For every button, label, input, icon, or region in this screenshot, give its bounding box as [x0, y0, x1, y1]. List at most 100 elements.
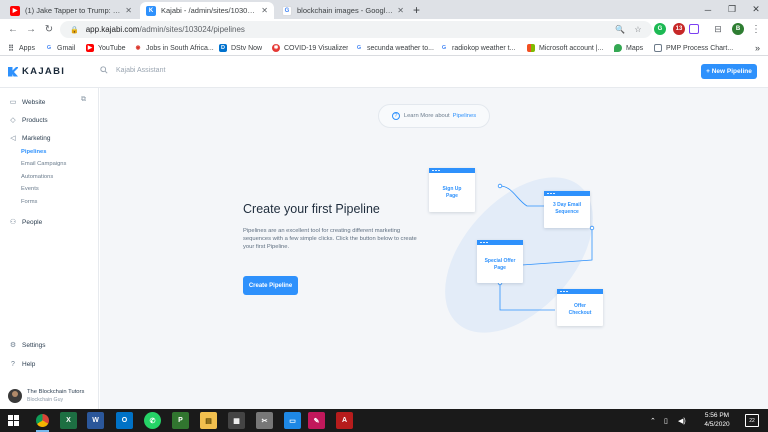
sidebar-item-email-campaigns[interactable]: Email Campaigns [21, 161, 66, 167]
paint-icon[interactable]: ✎ [308, 412, 325, 429]
minimize-icon[interactable]: ─ [696, 0, 720, 19]
windows-taskbar: X W O ✆ P ▤ ▦ ✂ ▭ ✎ A ⌃ ▯ ◀) 5:56 PM 4/5… [0, 409, 768, 432]
bookmark-jobs[interactable]: ◉ Jobs in South Africa... [134, 42, 214, 54]
clock-date: 4/5/2020 [704, 421, 730, 428]
system-clock[interactable]: 5:56 PM 4/5/2020 [698, 411, 736, 429]
reload-icon[interactable]: ↻ [42, 22, 56, 36]
diagram-card-special-offer: Special Offer Page [477, 240, 523, 283]
learn-more-pipelines-link[interactable]: Pipelines [453, 113, 477, 119]
sidebar-item-events[interactable]: Events [21, 186, 39, 192]
maximize-icon[interactable]: ❐ [720, 0, 744, 19]
sidebar-item-label: Help [22, 360, 36, 368]
bookmark-dstv[interactable]: D DStv Now [219, 42, 262, 54]
tray-expand-icon[interactable]: ⌃ [650, 409, 656, 432]
more-bookmarks-icon[interactable]: » [755, 42, 760, 54]
close-icon[interactable]: ✕ [125, 6, 132, 15]
cast-icon[interactable]: ⊟ [712, 23, 724, 35]
bookmark-youtube[interactable]: ▶ YouTube [86, 42, 126, 54]
logo-text: KAJABI [22, 66, 66, 77]
sidebar-item-help[interactable]: ? Help [9, 360, 35, 368]
calculator-icon[interactable]: ▦ [228, 412, 245, 429]
sidebar: ▭ Website ⧉ ◇ Products ◁ Marketing Pipeline… [0, 88, 99, 409]
extension-badge-count: 13 [675, 26, 683, 32]
back-icon[interactable]: ← [6, 22, 20, 36]
diagram-card-offer-checkout: Offer Checkout [557, 289, 603, 326]
external-link-icon[interactable]: ⧉ [81, 96, 86, 104]
outlook-icon[interactable]: O [116, 412, 133, 429]
sidebar-item-marketing[interactable]: ◁ Marketing [9, 134, 50, 143]
extension-icon[interactable] [689, 24, 699, 34]
app-header: KAJABI Kajabi Assistant + New Pipeline [0, 56, 768, 88]
star-icon[interactable]: ☆ [632, 23, 644, 35]
sidebar-item-settings[interactable]: ⚙ Settings [9, 341, 46, 350]
bookmark-label: PMP Process Chart... [666, 44, 734, 52]
snipping-tool-icon[interactable]: ✂ [256, 412, 273, 429]
sidebar-item-people[interactable]: ⚇ People [9, 218, 42, 227]
tab-title: Kajabi - /admin/sites/103024/pip [161, 6, 258, 15]
forward-icon[interactable]: → [24, 22, 38, 36]
search-placeholder: Kajabi Assistant [116, 66, 166, 74]
assistant-search[interactable]: Kajabi Assistant [100, 66, 165, 74]
window-close-icon[interactable]: ✕ [744, 0, 768, 19]
profile-avatar[interactable]: B [732, 23, 744, 35]
diagram-card-label: Offer Checkout [568, 303, 592, 316]
file-explorer-icon[interactable]: ▤ [200, 412, 217, 429]
excel-icon[interactable]: X [60, 412, 77, 429]
remote-desktop-icon[interactable]: ▭ [284, 412, 301, 429]
bookmark-label: secunda weather to... [367, 44, 434, 52]
dstv-icon: D [219, 44, 227, 52]
avatar [8, 389, 22, 403]
create-pipeline-button[interactable]: Create Pipeline [243, 276, 298, 295]
close-icon[interactable]: ✕ [397, 6, 404, 15]
menu-icon[interactable]: ⋮ [750, 23, 762, 35]
tab-kajabi[interactable]: K Kajabi - /admin/sites/103024/pip ✕ [140, 2, 274, 19]
sidebar-item-website[interactable]: ▭ Website [9, 98, 46, 107]
windows-start-icon[interactable] [8, 415, 19, 426]
tab-youtube[interactable]: ▶ (1) Jake Tapper to Trump: This re ✕ [4, 2, 138, 19]
bookmark-secunda-weather[interactable]: Gsecunda weather to... [355, 42, 435, 54]
new-tab-button[interactable]: + [413, 3, 420, 17]
bookmark-microsoft[interactable]: Microsoft account |... [527, 42, 607, 54]
pdf-reader-icon[interactable]: A [336, 412, 353, 429]
url-host: app.kajabi.com [85, 25, 140, 34]
address-bar[interactable]: 🔒 app.kajabi.com/admin/sites/103024/pipe… [60, 21, 652, 38]
learn-more-link[interactable]: ? Learn More about Pipelines [378, 104, 490, 128]
pipeline-illustration: Sign Up Page 3 Day Email Sequence Specia… [427, 160, 617, 350]
youtube-icon: ▶ [10, 5, 20, 16]
document-icon [654, 44, 662, 52]
network-icon[interactable]: ▯ [664, 409, 668, 432]
apps-grid-icon: ⠿ [8, 43, 14, 53]
volume-icon[interactable]: ◀) [678, 409, 686, 432]
bookmark-label: Microsoft account |... [539, 44, 604, 52]
close-icon[interactable]: ✕ [261, 6, 268, 15]
zoom-icon[interactable]: 🔍 [614, 23, 626, 35]
google-icon: G [45, 44, 53, 52]
grammarly-icon[interactable]: G [654, 23, 666, 35]
kajabi-icon: K [146, 5, 156, 16]
sidebar-item-products[interactable]: ◇ Products [9, 116, 47, 125]
bookmark-covid[interactable]: ✱ COVID-19 Visualizer [272, 42, 348, 54]
bookmark-maps[interactable]: Maps [614, 42, 643, 54]
help-icon: ? [11, 360, 15, 368]
bookmark-label: Maps [626, 44, 644, 52]
tab-google[interactable]: G blockchain images - Google Sea ✕ [276, 2, 410, 19]
bookmark-pmp[interactable]: PMP Process Chart... [654, 42, 734, 54]
kajabi-logo[interactable]: KAJABI [8, 66, 65, 77]
bookmark-apps[interactable]: ⠿ Apps [7, 42, 35, 54]
user-profile[interactable]: The Blockchain Tutors Blockchain Guy [8, 388, 84, 404]
sidebar-item-automations[interactable]: Automations [21, 174, 53, 180]
notification-center-icon[interactable]: 22 [745, 414, 759, 427]
bookmark-radiokop-weather[interactable]: Gradiokop weather t... [440, 42, 520, 54]
new-pipeline-button[interactable]: + New Pipeline [701, 64, 757, 79]
project-icon[interactable]: P [172, 412, 189, 429]
user-name: The Blockchain Tutors [27, 389, 85, 395]
extension-badge-icon[interactable]: 13 [673, 23, 685, 35]
word-icon[interactable]: W [87, 412, 104, 429]
sidebar-item-pipelines[interactable]: Pipelines [21, 149, 46, 155]
whatsapp-icon[interactable]: ✆ [144, 412, 161, 429]
google-icon: G [440, 44, 448, 52]
chrome-icon[interactable] [34, 412, 51, 432]
bookmark-gmail[interactable]: G Gmail [45, 42, 75, 54]
sidebar-item-forms[interactable]: Forms [21, 199, 37, 205]
maps-icon [614, 44, 622, 52]
